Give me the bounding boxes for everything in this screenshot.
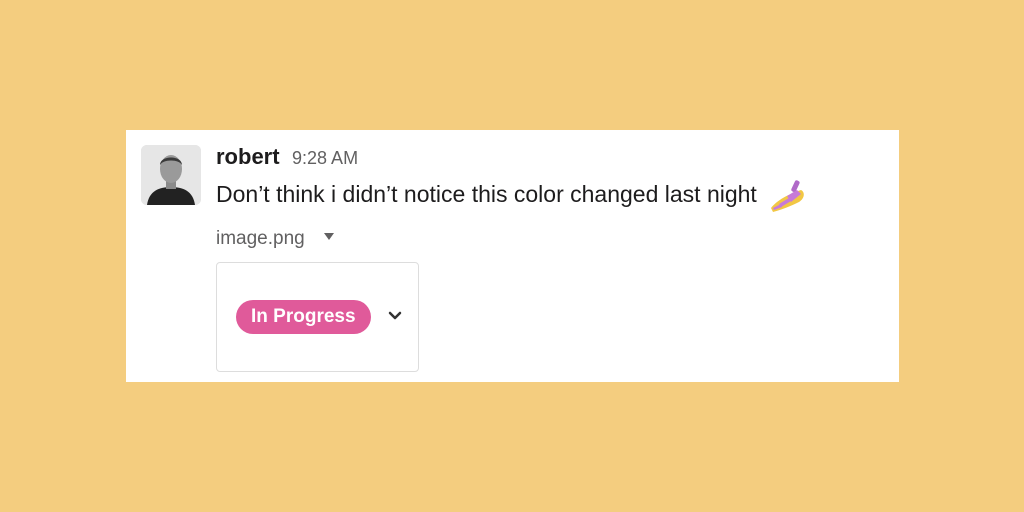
- image-preview[interactable]: In Progress: [216, 262, 419, 372]
- caret-down-icon[interactable]: [324, 233, 335, 241]
- person-photo-icon: [141, 145, 201, 205]
- author-name[interactable]: robert: [216, 144, 280, 169]
- message-header: robert 9:28 AM: [216, 144, 358, 172]
- message-text: Don’t think i didn’t notice this color c…: [216, 181, 757, 208]
- attachment-filename[interactable]: image.png: [216, 228, 305, 249]
- nail-polish-icon: [769, 178, 809, 214]
- message-body: Don’t think i didn’t notice this color c…: [216, 178, 809, 214]
- attachment-toggle[interactable]: image.png: [216, 228, 335, 250]
- status-badge: In Progress: [236, 300, 371, 334]
- chevron-down-icon: [388, 311, 402, 320]
- avatar[interactable]: [141, 145, 201, 205]
- message-card: robert 9:28 AM Don’t think i didn’t noti…: [126, 130, 899, 382]
- timestamp[interactable]: 9:28 AM: [292, 148, 358, 168]
